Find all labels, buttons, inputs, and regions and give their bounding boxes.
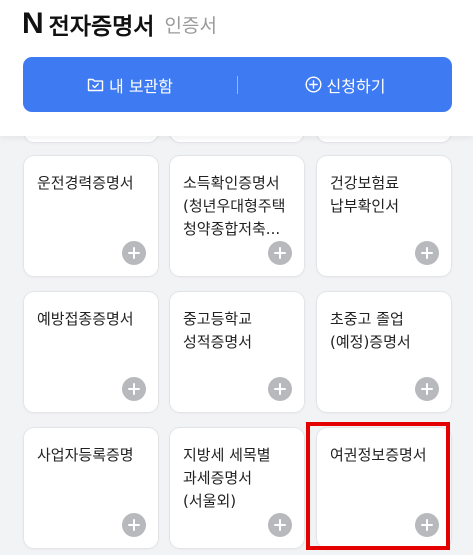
action-bar: 내 보관함 신청하기 bbox=[23, 57, 452, 112]
certificate-card-driving-record[interactable]: 운전경력증명서 bbox=[24, 156, 158, 276]
card-title: 초중고 졸업 (예정)증명서 bbox=[330, 310, 411, 351]
certificate-card-vaccination[interactable]: 예방접종증명서 bbox=[24, 292, 158, 412]
certificate-card-health-insurance[interactable]: 건강보험료 납부확인서 bbox=[317, 156, 451, 276]
plus-icon[interactable] bbox=[268, 513, 292, 537]
page-title: 전자증명서 bbox=[48, 14, 155, 40]
certificate-card-graduation[interactable]: 초중고 졸업 (예정)증명서 bbox=[317, 292, 451, 412]
card-title: 중고등학교 성적증명서 bbox=[183, 310, 253, 351]
plus-circle-icon bbox=[305, 76, 322, 93]
app-header: N 전자증명서 인증서 내 보관함 신청하기 bbox=[0, 0, 473, 136]
apply-label: 신청하기 bbox=[326, 76, 386, 96]
plus-icon[interactable] bbox=[268, 377, 292, 401]
certificate-card-income-confirmation[interactable]: 소득확인증명서 (청년우대형주택 청약종합저축... bbox=[170, 156, 304, 276]
plus-icon[interactable] bbox=[415, 377, 439, 401]
card-title: 지방세 세목별 과세증명서 (서울외) bbox=[183, 446, 271, 510]
plus-icon[interactable] bbox=[122, 377, 146, 401]
brand: N 전자증명서 인증서 bbox=[22, 7, 217, 41]
apply-button[interactable]: 신청하기 bbox=[238, 57, 452, 112]
card-title: 여권정보증명서 bbox=[330, 446, 427, 464]
folder-check-icon bbox=[87, 78, 104, 92]
card-title: 소득확인증명서 (청년우대형주택 청약종합저축... bbox=[183, 174, 286, 238]
my-box-button[interactable]: 내 보관함 bbox=[23, 57, 237, 112]
card-title: 운전경력증명서 bbox=[37, 174, 134, 192]
plus-icon[interactable] bbox=[122, 241, 146, 265]
certificate-card-local-tax[interactable]: 지방세 세목별 과세증명서 (서울외) bbox=[170, 428, 304, 548]
plus-icon[interactable] bbox=[122, 513, 146, 537]
plus-icon[interactable] bbox=[268, 241, 292, 265]
card-title: 예방접종증명서 bbox=[37, 310, 134, 328]
plus-icon[interactable] bbox=[415, 241, 439, 265]
my-box-label: 내 보관함 bbox=[109, 76, 173, 96]
naver-logo: N bbox=[22, 7, 44, 40]
plus-icon[interactable] bbox=[415, 513, 439, 537]
certificate-card-passport-info[interactable]: 여권정보증명서 bbox=[317, 428, 451, 548]
certificate-card-business-registration[interactable]: 사업자등록증명 bbox=[24, 428, 158, 548]
certificate-card-school-grades[interactable]: 중고등학교 성적증명서 bbox=[170, 292, 304, 412]
card-title: 건강보험료 납부확인서 bbox=[330, 174, 400, 215]
page-subtitle-link[interactable]: 인증서 bbox=[164, 11, 216, 38]
card-title: 사업자등록증명 bbox=[37, 446, 134, 464]
